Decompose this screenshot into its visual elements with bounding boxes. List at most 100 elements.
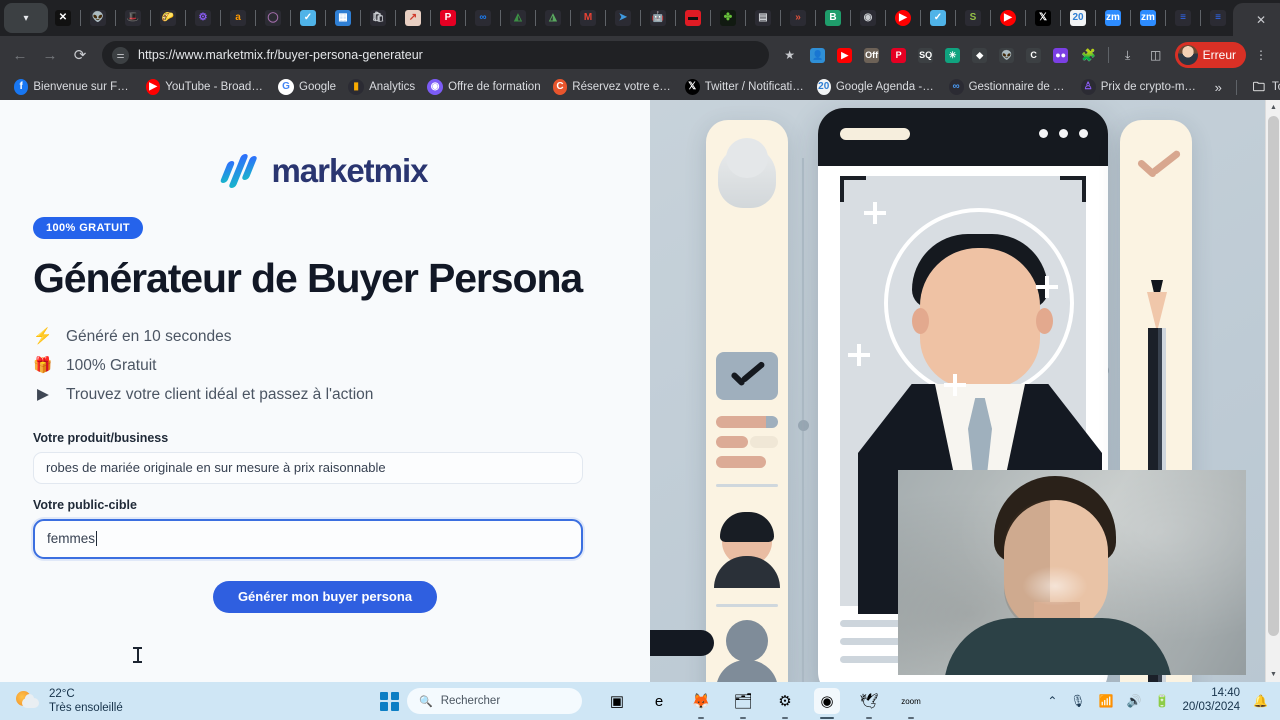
audience-input[interactable]: femmes bbox=[33, 518, 583, 559]
wifi-icon[interactable]: 📶 bbox=[1099, 694, 1114, 708]
profile-button[interactable]: Erreur bbox=[1174, 42, 1246, 68]
tune-icon[interactable]: ⚌ bbox=[112, 46, 129, 64]
marketmix-tab[interactable]: ≡ bbox=[1168, 3, 1198, 33]
active-tab[interactable]: ✕ bbox=[1233, 3, 1280, 36]
forward-tab[interactable]: » bbox=[783, 3, 813, 33]
bookmarks-overflow-button[interactable]: » bbox=[1209, 80, 1228, 95]
wizard-hat-tab[interactable]: 🎩 bbox=[118, 3, 148, 33]
generate-persona-button[interactable]: Générer mon buyer persona bbox=[213, 580, 437, 613]
arrow-tab[interactable]: ↗ bbox=[398, 3, 428, 33]
kebab-menu-icon[interactable]: ⋮ bbox=[1248, 42, 1274, 68]
bookmark-item-3[interactable]: ▮ Analytics bbox=[342, 76, 421, 98]
bookmark-item-2[interactable]: G Google bbox=[272, 76, 342, 98]
zoom-tab[interactable]: zm bbox=[1098, 3, 1128, 33]
bookmark-item-8[interactable]: ∞ Gestionnaire de pu... bbox=[943, 76, 1075, 98]
weather-widget[interactable]: 22°C Très ensoleillé bbox=[0, 687, 380, 715]
marketmix2-tab[interactable]: ≡ bbox=[1203, 3, 1233, 33]
pinterest-tab[interactable]: P bbox=[433, 3, 463, 33]
reload-button[interactable]: ⟳ bbox=[66, 41, 94, 69]
file-explorer-icon: 🗂 bbox=[733, 693, 753, 710]
explorer-button[interactable]: 🗂 bbox=[730, 688, 756, 719]
check-blue-tab[interactable]: ✓ bbox=[293, 3, 323, 33]
calendar-tab[interactable]: 20 bbox=[1063, 3, 1093, 33]
ext-diamond[interactable]: ◆ bbox=[967, 42, 993, 68]
all-bookmarks-button[interactable]: 🗀 Tous les favoris bbox=[1245, 76, 1280, 98]
notifications-bell-icon[interactable]: 🔔 bbox=[1253, 694, 1268, 708]
taco-tab[interactable]: 🌮 bbox=[153, 3, 183, 33]
edge-button[interactable]: e bbox=[646, 688, 672, 714]
ring-tab[interactable]: ◯ bbox=[258, 3, 288, 33]
youtube2-tab[interactable]: ▶ bbox=[993, 3, 1023, 33]
clock[interactable]: 14:40 20/03/2024 bbox=[1182, 687, 1240, 715]
ext-openai[interactable]: ✳ bbox=[940, 42, 966, 68]
analytics-icon: ▮ bbox=[348, 79, 365, 95]
bookmark-item-4[interactable]: ◉ Offre de formation bbox=[421, 76, 546, 98]
shopify-tab[interactable]: S bbox=[958, 3, 988, 33]
alien-tab[interactable]: 👽 bbox=[83, 3, 113, 33]
browser-toolbar: ← → ⟳ ⚌ https://www.marketmix.fr/buyer-p… bbox=[0, 36, 1280, 74]
chrome-button[interactable]: ◉ bbox=[814, 688, 840, 719]
windows-start-icon[interactable] bbox=[380, 691, 399, 711]
ext-youtube[interactable]: ▶ bbox=[832, 42, 858, 68]
ext-c-green[interactable]: C bbox=[1021, 42, 1047, 68]
youtube-tab[interactable]: ▶ bbox=[888, 3, 918, 33]
download-icon[interactable]: ⤓ bbox=[1115, 42, 1141, 68]
google-ads2-tab[interactable]: ◮ bbox=[538, 3, 568, 33]
product-input[interactable]: robes de mariée originale en sur mesure … bbox=[33, 451, 583, 484]
x-black-tab[interactable]: 𝕏 bbox=[1028, 3, 1058, 33]
flag-tab[interactable]: ▬ bbox=[678, 3, 708, 33]
site-logo[interactable]: marketmix bbox=[33, 152, 617, 190]
volume-icon[interactable]: 🔊 bbox=[1127, 694, 1142, 708]
b-green-tab[interactable]: B bbox=[818, 3, 848, 33]
page-scrollbar[interactable]: ▲ ▼ bbox=[1265, 100, 1280, 682]
back-button[interactable]: ← bbox=[6, 41, 34, 69]
amazon-tab[interactable]: a bbox=[223, 3, 253, 33]
tray-chevron-up-icon[interactable]: ⌃ bbox=[1047, 694, 1057, 708]
google-ads-tab[interactable]: ◭ bbox=[503, 3, 533, 33]
ext-alien[interactable]: 👽 bbox=[994, 42, 1020, 68]
bookmark-item-0[interactable]: f Bienvenue sur Face... bbox=[8, 76, 140, 98]
meta-tab[interactable]: ∞ bbox=[468, 3, 498, 33]
bookmark-item-5[interactable]: C Réservez votre entr... bbox=[547, 76, 679, 98]
fingerprint-tab[interactable]: ◉ bbox=[853, 3, 883, 33]
zoom2-tab[interactable]: zm bbox=[1133, 3, 1163, 33]
search-input[interactable]: 🔍 Rechercher bbox=[407, 688, 582, 714]
address-bar[interactable]: ⚌ https://www.marketmix.fr/buyer-persona… bbox=[102, 41, 769, 69]
firefox-button[interactable]: 🦊 bbox=[688, 688, 714, 719]
battery-icon[interactable]: 🔋 bbox=[1155, 694, 1170, 708]
forward-button[interactable]: → bbox=[36, 41, 64, 69]
telegram-tab[interactable]: ➤ bbox=[608, 3, 638, 33]
ext-video-off[interactable]: Off bbox=[859, 42, 885, 68]
scroll-down-arrow-icon[interactable]: ▼ bbox=[1266, 667, 1280, 682]
steam-button[interactable]: ⚙ bbox=[772, 688, 798, 719]
gmail-tab[interactable]: M bbox=[573, 3, 603, 33]
check-blue2-tab[interactable]: ✓ bbox=[923, 3, 953, 33]
microphone-icon[interactable]: 🎙 bbox=[1070, 694, 1085, 708]
taskview-button[interactable]: ▣ bbox=[604, 688, 630, 714]
bookmark-item-7[interactable]: 20 Google Agenda - Se... bbox=[811, 76, 943, 98]
side-panel-icon[interactable]: ◫ bbox=[1143, 42, 1169, 68]
image-blue-tab[interactable]: ▦ bbox=[328, 3, 358, 33]
tab-search-chevron-down-icon[interactable]: ▾ bbox=[4, 3, 48, 33]
bot-tab[interactable]: 🤖 bbox=[643, 3, 673, 33]
puzzle-icon[interactable]: 🧩 bbox=[1076, 42, 1102, 68]
zoom-button[interactable]: zoom bbox=[898, 688, 924, 719]
puzzle-tab[interactable]: ✤ bbox=[713, 3, 743, 33]
close-icon[interactable]: ✕ bbox=[1256, 13, 1266, 27]
ext-blue-person[interactable]: 👤 bbox=[805, 42, 831, 68]
ext-pinterest[interactable]: P bbox=[886, 42, 912, 68]
scrollbar-thumb[interactable] bbox=[1268, 116, 1279, 636]
bookmark-item-9[interactable]: ♙ Prix de crypto-mon... bbox=[1075, 76, 1207, 98]
ext-seo[interactable]: SQ bbox=[913, 42, 939, 68]
x-twitter-tab[interactable]: ✕ bbox=[48, 3, 78, 33]
scroll-up-arrow-icon[interactable]: ▲ bbox=[1266, 100, 1280, 115]
ext-purple-chip[interactable]: ●● bbox=[1048, 42, 1074, 68]
bookmark-item-1[interactable]: ▶ YouTube - Broadcas... bbox=[140, 76, 272, 98]
bag-tab[interactable]: 🛍 bbox=[363, 3, 393, 33]
bookmark-item-6[interactable]: 𝕏 Twitter / Notifications bbox=[679, 76, 811, 98]
bookmark-star-icon[interactable]: ★ bbox=[777, 42, 803, 68]
gear-purple-tab[interactable]: ⚙ bbox=[188, 3, 218, 33]
stats-tab[interactable]: ▤ bbox=[748, 3, 778, 33]
thunderbird-button[interactable]: 🕊 bbox=[856, 688, 882, 719]
app-running-indicator bbox=[740, 716, 746, 719]
